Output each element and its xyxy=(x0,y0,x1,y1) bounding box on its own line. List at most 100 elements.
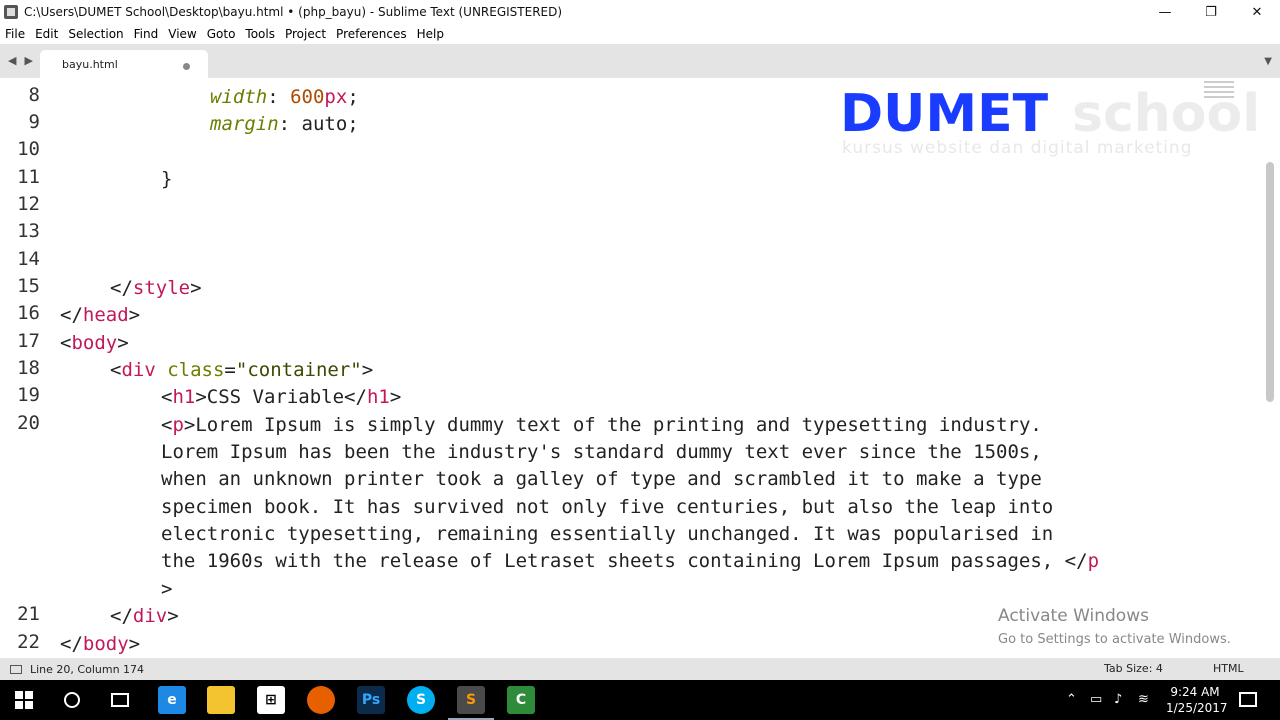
html-tag-name: div xyxy=(121,359,156,381)
code-line-8: width: 600px; xyxy=(210,84,359,111)
html-bracket: > xyxy=(128,304,141,326)
task-view-button[interactable] xyxy=(108,688,132,712)
html-bracket: </ xyxy=(110,605,133,627)
window-controls: — ❐ ✕ xyxy=(1142,0,1280,24)
menu-goto[interactable]: Goto xyxy=(202,27,241,41)
panel-toggle-icon[interactable] xyxy=(10,664,22,674)
unsaved-indicator-icon[interactable] xyxy=(183,63,190,70)
cortana-icon xyxy=(64,692,80,708)
wifi-icon[interactable]: ≋ xyxy=(1138,692,1149,707)
store-icon[interactable]: ⊞ xyxy=(257,686,285,714)
clock-date: 1/25/2017 xyxy=(1166,701,1228,715)
html-tag-name: h1 xyxy=(172,386,196,408)
code-line-16: </head> xyxy=(60,302,140,329)
css-value: : auto; xyxy=(278,113,359,135)
menu-tools[interactable]: Tools xyxy=(240,27,280,41)
action-center-icon[interactable] xyxy=(1239,692,1257,707)
menu-project[interactable]: Project xyxy=(280,27,331,41)
system-clock[interactable]: 9:24 AM 1/25/2017 xyxy=(1166,684,1228,716)
tab-dropdown-icon[interactable]: ▼ xyxy=(1264,56,1272,67)
cortana-button[interactable] xyxy=(60,688,84,712)
camtasia-icon[interactable]: C xyxy=(507,686,535,714)
volume-icon[interactable]: ♪ xyxy=(1114,692,1122,707)
menu-view[interactable]: View xyxy=(163,27,201,41)
maximize-button[interactable]: ❐ xyxy=(1188,0,1234,24)
close-button[interactable]: ✕ xyxy=(1234,0,1280,24)
code-line-19: <h1>CSS Variable</h1> xyxy=(161,384,401,411)
code-line-20-wrap: > xyxy=(161,578,173,600)
start-button[interactable] xyxy=(12,688,36,712)
tab-next-icon[interactable]: ▶ xyxy=(24,54,32,67)
html-bracket: < xyxy=(110,359,122,381)
code-line-20-wrap: the 1960s with the release of Letraset s… xyxy=(161,548,1099,575)
css-number: 600 xyxy=(290,86,325,108)
code-line-20-wrap: electronic typesetting, remaining essent… xyxy=(161,523,1054,545)
activate-subtitle: Go to Settings to activate Windows. xyxy=(998,632,1231,647)
logo-brand: DUMET xyxy=(840,84,1049,144)
html-bracket: < xyxy=(60,332,72,354)
windows-taskbar: e ⊞ Ps S S C ⌃ ▭ ♪ ≋ 9:24 AM 1/25/2017 xyxy=(0,680,1280,720)
file-explorer-icon[interactable] xyxy=(207,686,235,714)
menu-help[interactable]: Help xyxy=(412,27,449,41)
html-attribute: class xyxy=(155,359,225,381)
minimap[interactable] xyxy=(1204,78,1234,118)
html-bracket: </ xyxy=(110,277,133,299)
code-line-15: </style> xyxy=(110,275,202,302)
menu-preferences[interactable]: Preferences xyxy=(331,27,412,41)
code-line-20: <p>Lorem Ipsum is simply dummy text of t… xyxy=(161,412,1042,439)
html-tag-name: head xyxy=(82,304,129,326)
menu-find[interactable]: Find xyxy=(129,27,164,41)
status-bar: Line 20, Column 174 Tab Size: 4 HTML xyxy=(0,658,1280,680)
tab-bar: ◀ ▶ bayu.html ▼ xyxy=(0,44,1280,78)
code-line-22: </body> xyxy=(60,631,140,658)
tab-size-selector[interactable]: Tab Size: 4 xyxy=(1104,662,1163,675)
battery-icon[interactable]: ▭ xyxy=(1090,692,1102,707)
paragraph-text: >Lorem Ipsum is simply dummy text of the… xyxy=(183,414,1042,436)
menu-edit[interactable]: Edit xyxy=(30,27,63,41)
html-bracket: < xyxy=(161,386,173,408)
task-view-icon xyxy=(111,693,129,707)
html-tag-name: style xyxy=(132,277,191,299)
paragraph-text: the 1960s with the release of Letraset s… xyxy=(161,550,1088,572)
html-bracket: > xyxy=(128,633,141,655)
html-bracket: > xyxy=(389,386,402,408)
html-string: "container" xyxy=(235,359,362,381)
css-semicolon: ; xyxy=(347,86,359,108)
html-tag-name: body xyxy=(71,332,118,354)
code-line-9: margin: auto; xyxy=(210,111,359,138)
code-line-20-wrap: specimen book. It has survived not only … xyxy=(161,496,1054,518)
menu-bar: File Edit Selection Find View Goto Tools… xyxy=(0,24,1280,44)
activate-title: Activate Windows xyxy=(998,606,1149,626)
code-line-20-wrap: when an unknown printer took a galley of… xyxy=(161,468,1042,490)
html-equals: = xyxy=(224,359,236,381)
html-bracket: </ xyxy=(60,633,83,655)
photoshop-icon[interactable]: Ps xyxy=(357,686,385,714)
html-tag-name: h1 xyxy=(366,386,390,408)
html-bracket: > xyxy=(167,605,179,627)
sublime-app-icon xyxy=(4,5,18,19)
tab-bayu-html[interactable]: bayu.html xyxy=(40,50,208,78)
code-editor[interactable]: 8 9 10 11 12 13 14 15 16 17 18 19 20 21 … xyxy=(0,78,1280,658)
html-bracket: > xyxy=(361,359,374,381)
html-bracket: > xyxy=(117,332,129,354)
code-line-20-wrap: Lorem Ipsum has been the industry's stan… xyxy=(161,441,1042,463)
menu-file[interactable]: File xyxy=(0,27,30,41)
minimize-button[interactable]: — xyxy=(1142,0,1188,24)
edge-icon[interactable]: e xyxy=(158,686,186,714)
syntax-selector[interactable]: HTML xyxy=(1213,662,1244,675)
html-bracket: > xyxy=(190,277,202,299)
code-area[interactable]: width: 600px; margin: auto; } </style> <… xyxy=(0,78,1260,658)
sublime-text-icon[interactable]: S xyxy=(457,686,485,714)
html-tag-name: div xyxy=(132,605,168,627)
html-tag-name: p xyxy=(1087,550,1100,572)
html-bracket: < xyxy=(161,414,173,436)
tab-prev-icon[interactable]: ◀ xyxy=(8,54,16,67)
css-colon: : xyxy=(267,86,291,108)
skype-icon[interactable]: S xyxy=(407,686,435,714)
firefox-icon[interactable] xyxy=(307,686,335,714)
html-text: >CSS Variable</ xyxy=(195,386,367,408)
menu-selection[interactable]: Selection xyxy=(63,27,128,41)
vertical-scrollbar[interactable] xyxy=(1266,162,1274,402)
show-hidden-icons-icon[interactable]: ⌃ xyxy=(1066,692,1077,707)
css-unit: px xyxy=(324,86,348,108)
